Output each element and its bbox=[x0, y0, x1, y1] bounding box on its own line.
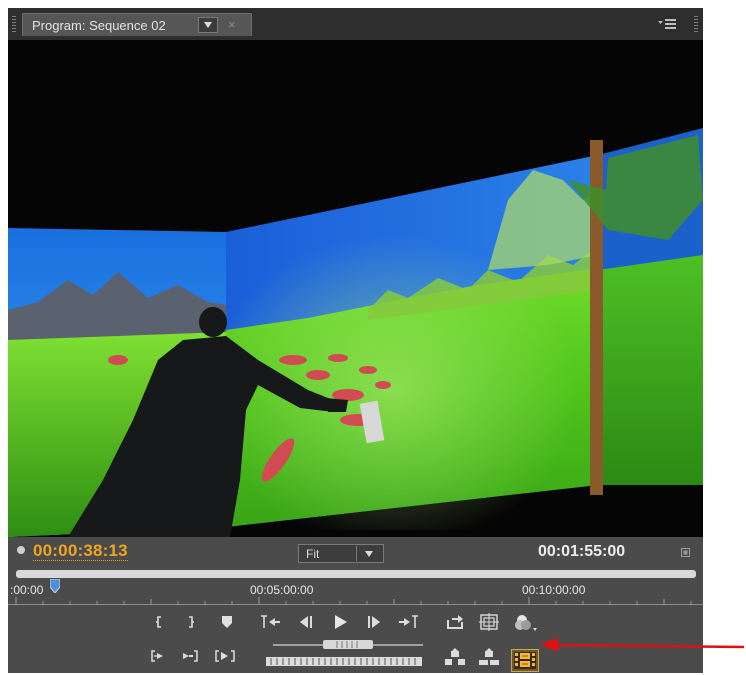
panel-grip-left-icon[interactable] bbox=[12, 16, 16, 32]
add-marker-icon bbox=[222, 616, 232, 628]
annotation-arrow-icon bbox=[540, 638, 745, 652]
lift-icon bbox=[445, 648, 465, 665]
loop-icon bbox=[447, 615, 463, 629]
video-frame-image bbox=[8, 40, 703, 537]
mark-in-button[interactable] bbox=[145, 611, 173, 633]
time-ruler[interactable]: :00:00 00:05:00:00 00:10:00:00 bbox=[8, 567, 703, 605]
mark-out-icon bbox=[189, 616, 194, 628]
play-in-to-out-button[interactable] bbox=[145, 645, 173, 667]
go-to-in-icon bbox=[261, 615, 280, 628]
playhead-indicator-icon bbox=[17, 546, 25, 554]
go-to-next-edit-icon bbox=[215, 650, 235, 662]
safe-margins-icon bbox=[479, 613, 499, 631]
program-monitor-panel: Program: Sequence 02 × 00:00:38:13 Fit 0… bbox=[8, 8, 703, 673]
duration-menu-icon[interactable] bbox=[681, 548, 690, 557]
sequence-dropdown-button[interactable] bbox=[198, 17, 218, 33]
chevron-down-icon bbox=[204, 22, 212, 28]
mark-in-icon bbox=[156, 616, 161, 628]
shuttle-jog-control bbox=[266, 640, 423, 666]
panel-menu-icon[interactable] bbox=[656, 16, 678, 32]
panel-grip-right-icon[interactable] bbox=[694, 16, 698, 32]
play-icon bbox=[335, 615, 347, 629]
play-button[interactable] bbox=[326, 611, 354, 633]
ruler-label-end: 00:10:00:00 bbox=[522, 583, 586, 597]
zoom-dropdown-arrow[interactable] bbox=[356, 546, 381, 561]
go-to-out-button[interactable] bbox=[395, 611, 423, 633]
program-video-frame[interactable] bbox=[8, 40, 703, 537]
chevron-down-icon bbox=[365, 551, 373, 557]
go-to-next-edit-button[interactable] bbox=[211, 645, 239, 667]
current-timecode[interactable]: 00:00:38:13 bbox=[33, 541, 128, 561]
ruler-label-start: :00:00 bbox=[10, 583, 44, 597]
go-to-out-icon bbox=[399, 615, 418, 628]
zoom-level-value: Fit bbox=[306, 547, 320, 561]
loop-button[interactable] bbox=[441, 611, 469, 633]
go-to-previous-edit-icon bbox=[183, 650, 198, 662]
safe-margins-button[interactable] bbox=[475, 611, 503, 633]
go-to-in-button[interactable] bbox=[257, 611, 285, 633]
tab-program-sequence[interactable]: Program: Sequence 02 × bbox=[22, 13, 252, 36]
output-button[interactable] bbox=[511, 611, 539, 633]
step-forward-button[interactable] bbox=[361, 611, 389, 633]
step-forward-icon bbox=[368, 616, 380, 628]
extract-button[interactable] bbox=[475, 647, 503, 669]
zoom-scroll-bar[interactable] bbox=[16, 570, 696, 578]
step-back-button[interactable] bbox=[291, 611, 319, 633]
ruler-ticks bbox=[8, 597, 703, 605]
sequence-duration: 00:01:55:00 bbox=[538, 543, 626, 560]
tab-close-icon[interactable]: × bbox=[228, 17, 236, 32]
shuttle-jog-area[interactable] bbox=[263, 637, 433, 669]
go-to-previous-edit-button[interactable] bbox=[177, 645, 205, 667]
add-marker-button[interactable] bbox=[213, 611, 241, 633]
step-back-icon bbox=[300, 616, 312, 628]
mark-out-button[interactable] bbox=[177, 611, 205, 633]
timecode-bar: 00:00:38:13 Fit 00:01:55:00 bbox=[8, 537, 703, 567]
tab-title: Program: Sequence 02 bbox=[32, 18, 166, 33]
play-in-to-out-icon bbox=[151, 650, 163, 662]
lift-button[interactable] bbox=[441, 647, 469, 669]
panel-tab-bar: Program: Sequence 02 × bbox=[8, 8, 703, 40]
output-icon bbox=[515, 615, 537, 631]
zoom-level-dropdown[interactable]: Fit bbox=[298, 544, 384, 563]
export-frame-icon[interactable] bbox=[511, 649, 539, 672]
playhead-icon[interactable] bbox=[50, 579, 60, 593]
ruler-label-mid: 00:05:00:00 bbox=[250, 583, 314, 597]
extract-icon bbox=[479, 648, 499, 665]
